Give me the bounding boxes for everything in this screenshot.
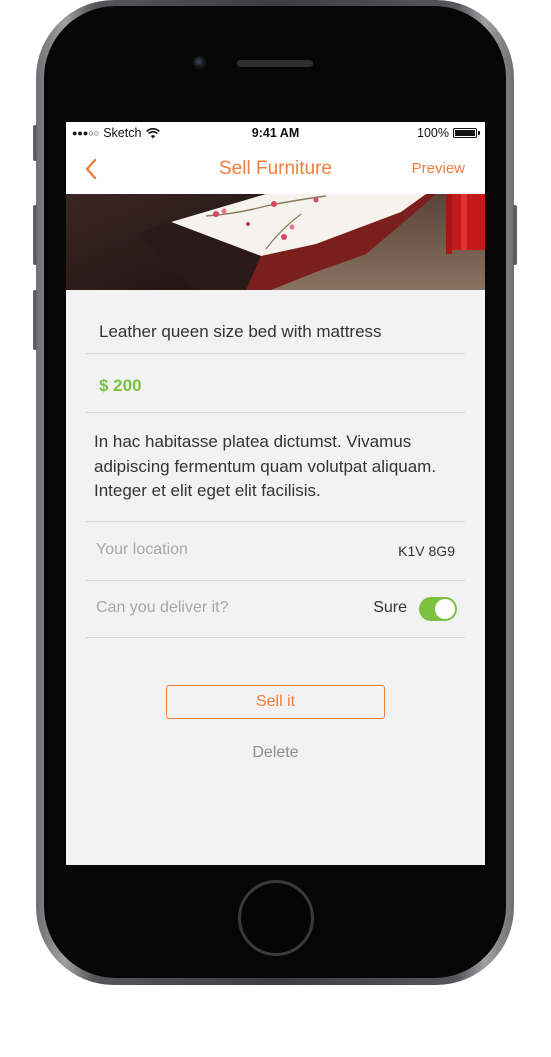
volume-up-button xyxy=(33,205,37,265)
delivery-value: Sure xyxy=(373,599,407,616)
delete-button[interactable]: Delete xyxy=(66,744,485,762)
front-camera xyxy=(193,56,206,69)
status-bar: ●●●○○ Sketch 9:41 AM 100% xyxy=(66,122,485,144)
price-row[interactable]: $ 200 xyxy=(86,354,465,413)
listing-photo[interactable] xyxy=(66,194,485,290)
location-label: Your location xyxy=(96,541,188,558)
battery-icon xyxy=(453,128,480,138)
location-row[interactable]: Your location K1V 8G9 xyxy=(86,522,465,581)
title-row[interactable]: Leather queen size bed with mattress xyxy=(86,290,465,354)
delivery-label: Can you deliver it? xyxy=(96,599,229,616)
earpiece-speaker xyxy=(237,60,313,67)
listing-title[interactable]: Leather queen size bed with mattress xyxy=(99,322,382,342)
status-right: 100% xyxy=(417,126,480,140)
power-button xyxy=(513,205,517,265)
navigation-bar: Sell Furniture Preview xyxy=(66,144,485,194)
preview-button[interactable]: Preview xyxy=(412,160,465,177)
home-button[interactable] xyxy=(238,880,314,956)
battery-percentage: 100% xyxy=(417,126,449,140)
listing-description[interactable]: In hac habitasse platea dictumst. Vivamu… xyxy=(94,430,454,504)
volume-down-button xyxy=(33,290,37,350)
toggle-knob xyxy=(435,599,455,619)
bed-photo-image xyxy=(66,194,485,290)
location-value[interactable]: K1V 8G9 xyxy=(398,543,455,559)
delivery-row: Can you deliver it? Sure xyxy=(86,581,465,638)
app-screen: ●●●○○ Sketch 9:41 AM 100% Sell Furniture… xyxy=(66,122,485,865)
mute-switch xyxy=(33,125,37,161)
listing-form: Leather queen size bed with mattress $ 2… xyxy=(86,290,465,638)
description-row[interactable]: In hac habitasse platea dictumst. Vivamu… xyxy=(86,413,465,522)
listing-price[interactable]: $ 200 xyxy=(99,376,142,396)
sell-button[interactable]: Sell it xyxy=(166,685,385,719)
delivery-toggle[interactable] xyxy=(419,597,457,621)
